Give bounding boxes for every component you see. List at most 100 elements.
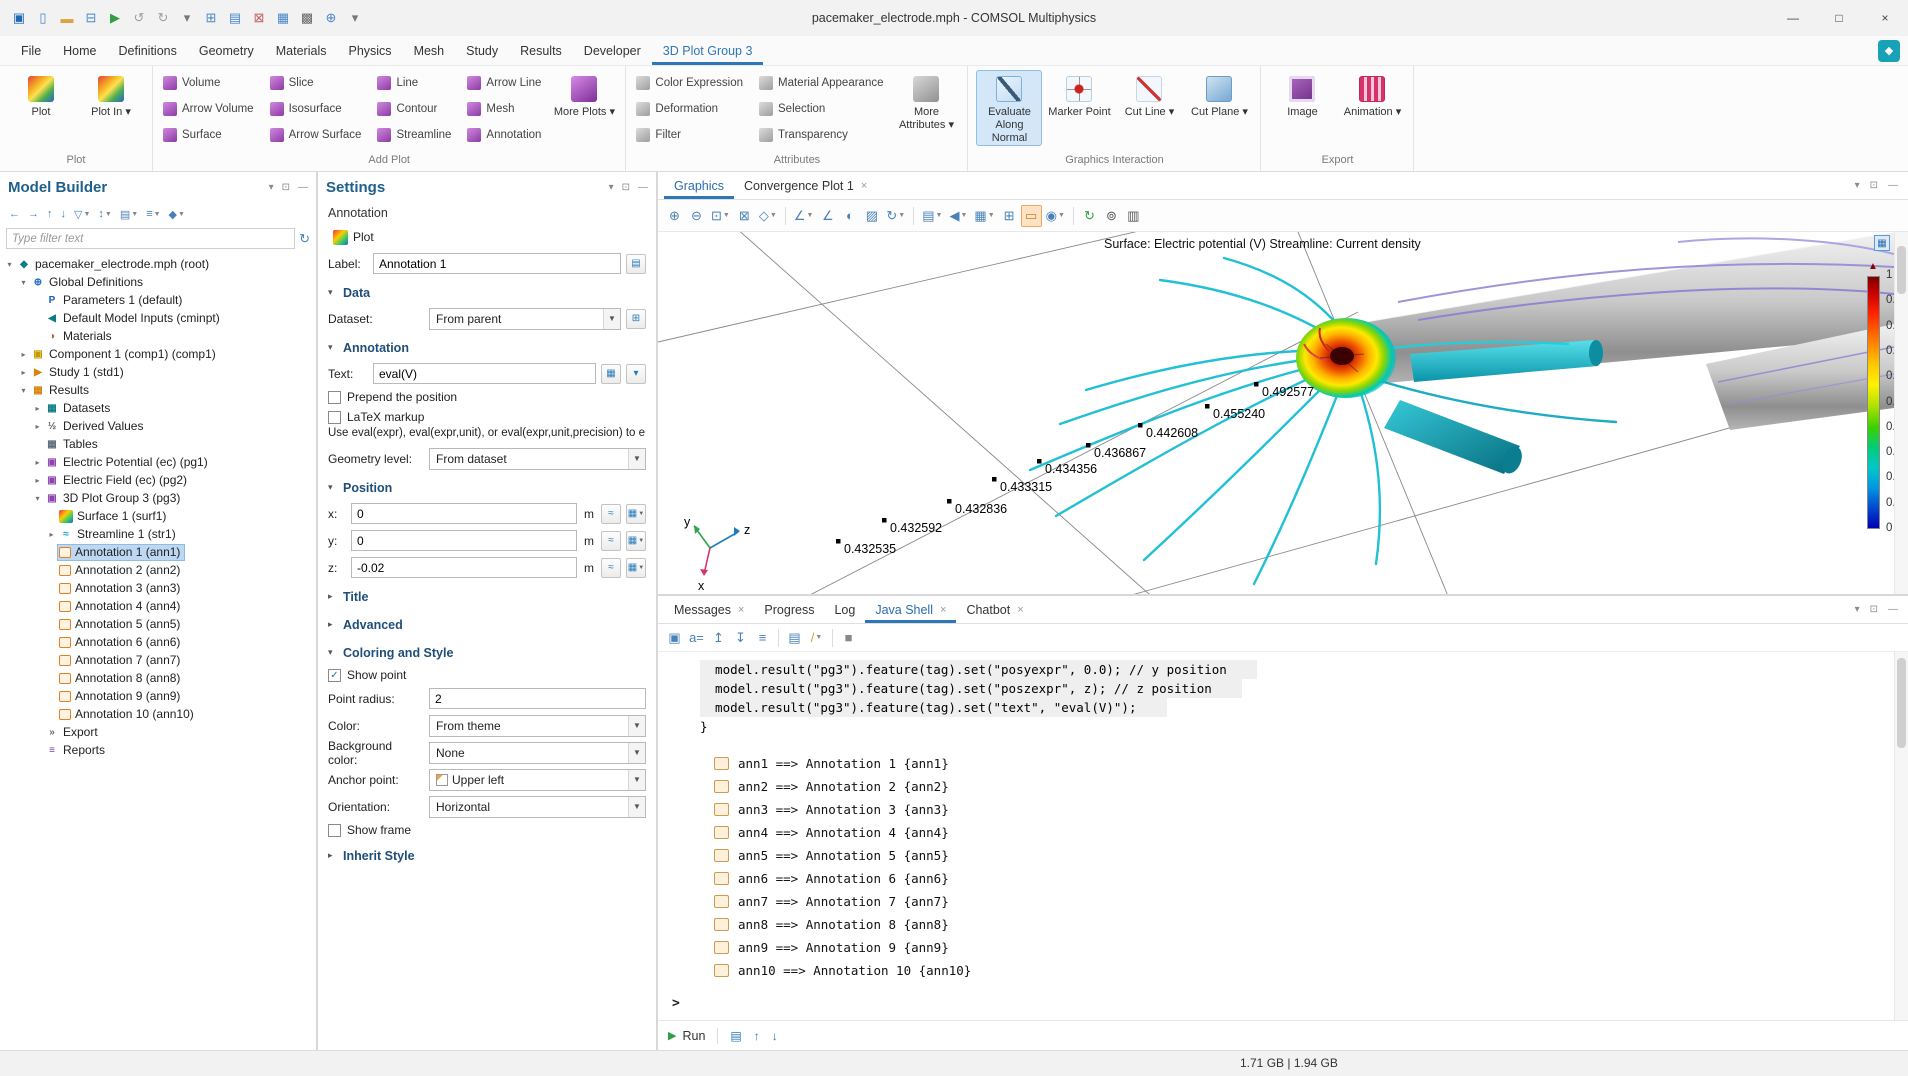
expander-icon[interactable]: ▸ (32, 458, 43, 467)
zoom-extents-icon[interactable]: ⊠ (734, 205, 755, 227)
filter-icon[interactable]: ▽▼ (71, 208, 93, 221)
filter-input[interactable] (6, 228, 295, 249)
model-tree-view-icon[interactable]: ≡▼ (143, 208, 163, 220)
expander-icon[interactable]: ▸ (46, 530, 57, 539)
menu-tab-physics[interactable]: Physics (337, 36, 402, 65)
scene-light-icon[interactable]: ◐ (839, 205, 860, 227)
close-tab-icon[interactable]: × (861, 180, 867, 192)
label-input[interactable] (373, 253, 621, 274)
menu-tab-definitions[interactable]: Definitions (108, 36, 188, 65)
terminal-icon[interactable]: ▣ (664, 627, 685, 649)
graphics-vertical-scrollbar[interactable] (1894, 232, 1908, 594)
tab-progress[interactable]: Progress (754, 596, 824, 623)
expander-icon[interactable]: ▸ (32, 422, 43, 431)
field-menu-icon[interactable]: ▦▼ (626, 558, 646, 578)
evaluate-along-normal-button[interactable]: Evaluate Along Normal (976, 70, 1042, 146)
print-icon[interactable]: ▥ (1123, 205, 1144, 227)
minimize-panel-icon[interactable]: — (1888, 604, 1898, 615)
menu-tab-3d-plot-group-3[interactable]: 3D Plot Group 3 (652, 36, 764, 65)
expander-icon[interactable]: ▸ (32, 476, 43, 485)
scrollbar-thumb[interactable] (1897, 246, 1906, 294)
more-attributes-button[interactable]: More Attributes ▾ (893, 70, 959, 144)
maximize-button[interactable]: □ (1816, 0, 1862, 36)
close-button[interactable]: × (1862, 0, 1908, 36)
orbit-icon[interactable]: ↻▼ (883, 205, 908, 227)
minimize-button[interactable]: — (1770, 0, 1816, 36)
delete-icon[interactable]: ⊠ (250, 10, 268, 26)
move-up-icon[interactable]: ↑ (44, 208, 56, 220)
minimize-panel-icon[interactable]: — (298, 182, 308, 193)
tree-item-annotation-4-ann4[interactable]: Annotation 4 (ann4) (0, 597, 316, 615)
float-panel-icon[interactable]: ⊡ (282, 182, 290, 193)
expander-icon[interactable]: ▾ (18, 386, 29, 395)
range-icon[interactable]: ≈ (601, 531, 621, 551)
go-to-yz-view-icon[interactable]: ∠ (817, 205, 838, 227)
background-color-select[interactable]: None ▼ (429, 742, 646, 764)
show-axes-icon[interactable]: ▭ (1021, 205, 1042, 227)
menu-tab-mesh[interactable]: Mesh (403, 36, 456, 65)
tab-java-shell[interactable]: Java Shell× (865, 596, 956, 623)
zoom-icon[interactable]: ⊕ (322, 10, 340, 26)
select-mode-icon[interactable]: ◀▼ (946, 205, 970, 227)
go-to-xy-view-icon[interactable]: ∠▼ (791, 205, 817, 227)
minimize-panel-icon[interactable]: — (638, 182, 648, 193)
cut-plane-button[interactable]: Cut Plane ▾ (1186, 70, 1252, 144)
ribbon-button-filter[interactable]: Filter (634, 123, 749, 147)
panel-menu-icon[interactable]: ▾ (1855, 604, 1860, 615)
expander-icon[interactable]: ▸ (18, 368, 29, 377)
tree-item-tables[interactable]: ▦Tables (0, 435, 316, 453)
tree-item-study-1-std1[interactable]: ▸▶Study 1 (std1) (0, 363, 316, 381)
go-to-node-icon[interactable]: ◆▼ (166, 208, 188, 221)
x-input[interactable] (351, 503, 577, 524)
java-shell-output[interactable]: model.result("pg3").feature(tag).set("po… (658, 652, 1908, 1020)
z-input[interactable] (351, 557, 577, 578)
range-icon[interactable]: ≈ (601, 504, 621, 524)
range-icon[interactable]: ≈ (601, 558, 621, 578)
section-advanced[interactable]: ▸ Advanced (328, 612, 646, 637)
highlight-icon[interactable]: /▼ (806, 627, 827, 649)
tree-item-streamline-1-str1[interactable]: ▸≈Streamline 1 (str1) (0, 525, 316, 543)
ribbon-button-arrow-volume[interactable]: Arrow Volume (161, 97, 260, 121)
ribbon-button-slice[interactable]: Slice (268, 71, 368, 95)
tree-item-default-model-inputs-cminpt[interactable]: ◀Default Model Inputs (cminpt) (0, 309, 316, 327)
float-panel-icon[interactable]: ⊡ (1870, 604, 1878, 615)
expander-icon[interactable]: ▾ (4, 260, 15, 269)
plot-scene[interactable]: 0.4925770.4552400.4426080.4368670.434356… (658, 232, 1894, 594)
tree-item-materials[interactable]: ◑Materials (0, 327, 316, 345)
ribbon-button-streamline[interactable]: Streamline (375, 123, 457, 147)
customize-toolbar-icon[interactable]: ▾ (346, 10, 364, 26)
field-menu-icon[interactable]: ▦▼ (626, 504, 646, 524)
rename-icon[interactable]: ▤ (626, 254, 646, 274)
chatbot-icon[interactable]: ◆ (1878, 40, 1900, 62)
editor-icon[interactable]: ▤ (784, 627, 805, 649)
expression-menu-icon[interactable]: ▾ (626, 364, 646, 384)
section-position[interactable]: ▾ Position (328, 475, 646, 500)
ribbon-button-deformation[interactable]: Deformation (634, 97, 749, 121)
ribbon-button-surface[interactable]: Surface (161, 123, 260, 147)
tree-item-surface-1-surf1[interactable]: Surface 1 (surf1) (0, 507, 316, 525)
new-file-icon[interactable]: ▯ (34, 10, 52, 26)
tree-item-parameters-1-default[interactable]: PParameters 1 (default) (0, 291, 316, 309)
cut-line-button[interactable]: Cut Line ▾ (1116, 70, 1182, 144)
anchor-point-select[interactable]: Upper left ▼ (429, 769, 646, 791)
float-panel-icon[interactable]: ⊡ (1870, 180, 1878, 191)
close-tab-icon[interactable]: × (1017, 604, 1023, 616)
zoom-in-icon[interactable]: ⊕ (664, 205, 685, 227)
back-icon[interactable]: ← (6, 208, 23, 220)
annotation-text-input[interactable] (373, 363, 596, 384)
next-command-icon[interactable]: ↓ (772, 1029, 778, 1043)
tab-log[interactable]: Log (824, 596, 865, 623)
go-to-default-view-icon[interactable]: ◇▼ (756, 205, 780, 227)
canvas-settings-icon[interactable]: ▦ (1874, 235, 1890, 251)
zoom-box-icon[interactable]: ⊡▼ (708, 205, 733, 227)
tree-item-electric-potential-ec-pg1[interactable]: ▸▣Electric Potential (ec) (pg1) (0, 453, 316, 471)
close-tab-icon[interactable]: × (940, 604, 946, 616)
console-vertical-scrollbar[interactable] (1894, 652, 1908, 1020)
panel-menu-icon[interactable]: ▾ (269, 182, 274, 193)
open-file-icon[interactable]: ▬ (58, 11, 76, 26)
expander-icon[interactable]: ▸ (32, 404, 43, 413)
ribbon-button-material-appearance[interactable]: Material Appearance (757, 71, 889, 95)
insert-expression-icon[interactable]: ▦ (601, 364, 621, 384)
tree-item-global-definitions[interactable]: ▾⊕Global Definitions (0, 273, 316, 291)
run-icon[interactable]: ▶ (106, 10, 124, 26)
